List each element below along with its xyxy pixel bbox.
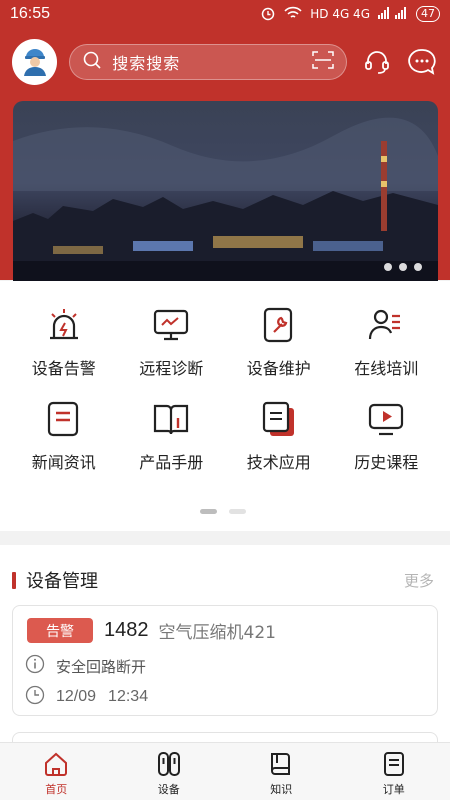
search-input[interactable]: 搜索搜索: [112, 50, 180, 74]
grid-item-maintenance[interactable]: 设备维护: [225, 305, 333, 379]
device-card[interactable]: 告警 1482 空气压缩机421 安全回路断开 12/09 12:34: [12, 605, 438, 716]
grid-item-label: 技术应用: [246, 453, 311, 472]
grid-item-label: 新闻资讯: [31, 453, 96, 472]
grid-pagination: [200, 509, 246, 514]
book-icon: [151, 399, 191, 439]
nav-item-home[interactable]: 首页: [0, 743, 113, 800]
news-icon: [44, 399, 84, 439]
scan-icon[interactable]: [312, 50, 334, 74]
home-icon: [42, 750, 70, 778]
alarm-icon: [44, 305, 84, 345]
grid-item-course-history[interactable]: 历史课程: [333, 399, 441, 473]
banner-dot[interactable]: [399, 263, 407, 271]
knowledge-icon: [267, 750, 295, 778]
network-indicators: HD 4G 4G: [310, 7, 370, 21]
feature-grid-card: 设备告警 远程诊断 设备维护 在线培训 新闻资讯 产品手册 技术应用 历史课程: [0, 281, 450, 531]
nav-label: 设备: [157, 783, 180, 796]
section-title: 设备管理: [26, 571, 98, 592]
clock-icon: [25, 685, 45, 709]
banner-image: [13, 117, 438, 281]
app-header: 搜索搜索: [0, 38, 450, 86]
grid-item-label: 历史课程: [354, 453, 419, 472]
nav-label: 订单: [382, 783, 405, 796]
device-icon: [155, 750, 183, 778]
grid-item-label: 设备维护: [246, 359, 311, 378]
device-message: 安全回路断开: [56, 657, 147, 676]
grid-item-tech-application[interactable]: 技术应用: [225, 399, 333, 473]
play-screen-icon: [366, 399, 406, 439]
status-badge: 告警: [27, 618, 93, 643]
device-management-section: 设备管理 更多 告警 1482 空气压缩机421 安全回路断开 12/09 12…: [0, 545, 450, 752]
wifi-icon: [284, 6, 302, 23]
device-time-row: 12/09 12:34: [25, 685, 148, 709]
trainer-icon: [366, 305, 406, 345]
grid-page-indicator[interactable]: [229, 509, 246, 514]
device-time: 12:34: [108, 688, 149, 705]
bottom-navigation: 首页 设备 知识 订单: [0, 742, 450, 800]
headset-icon[interactable]: [361, 46, 392, 78]
grid-item-remote-diagnosis[interactable]: 远程诊断: [118, 305, 226, 379]
search-icon: [82, 50, 102, 74]
nav-label: 知识: [270, 783, 293, 796]
search-bar[interactable]: 搜索搜索: [69, 44, 348, 80]
alarm-clock-icon: [260, 5, 276, 24]
wrench-icon: [259, 305, 299, 345]
nav-label: 首页: [45, 783, 68, 796]
device-message-row: 安全回路断开: [25, 654, 146, 678]
grid-item-label: 产品手册: [139, 453, 204, 472]
grid-item-news[interactable]: 新闻资讯: [10, 399, 118, 473]
grid-page-indicator[interactable]: [200, 509, 217, 514]
nav-item-order[interactable]: 订单: [338, 743, 450, 800]
banner-dot[interactable]: [414, 263, 422, 271]
docs-icon: [259, 399, 299, 439]
monitor-icon: [151, 305, 191, 345]
signal-icon: [378, 6, 408, 22]
feature-grid: 设备告警 远程诊断 设备维护 在线培训 新闻资讯 产品手册 技术应用 历史课程: [10, 305, 440, 473]
info-icon: [25, 654, 45, 678]
avatar-worker-icon: [18, 43, 52, 81]
section-accent-bar: [12, 571, 16, 589]
grid-item-online-training[interactable]: 在线培训: [333, 305, 441, 379]
device-number: 1482: [104, 619, 149, 641]
device-card-header: 告警 1482 空气压缩机421: [27, 618, 276, 643]
status-time: 16:55: [10, 5, 51, 22]
chat-icon[interactable]: [407, 46, 438, 78]
banner-carousel[interactable]: [13, 101, 438, 281]
nav-item-knowledge[interactable]: 知识: [225, 743, 338, 800]
grid-item-label: 在线培训: [354, 359, 419, 378]
order-icon: [380, 750, 408, 778]
avatar[interactable]: [12, 39, 58, 85]
device-name: 空气压缩机421: [158, 623, 276, 643]
grid-item-product-manual[interactable]: 产品手册: [118, 399, 226, 473]
section-header: 设备管理 更多: [12, 567, 434, 593]
status-bar: 16:55 HD 4G 4G 47: [0, 0, 450, 28]
battery-indicator: 47: [416, 6, 440, 22]
nav-item-device[interactable]: 设备: [113, 743, 226, 800]
grid-item-label: 设备告警: [31, 359, 96, 378]
grid-item-alarm[interactable]: 设备告警: [10, 305, 118, 379]
banner-pagination: [384, 263, 422, 271]
grid-item-label: 远程诊断: [139, 359, 204, 378]
banner-dot[interactable]: [384, 263, 392, 271]
more-link[interactable]: 更多: [404, 570, 434, 591]
device-date: 12/09: [56, 688, 97, 705]
